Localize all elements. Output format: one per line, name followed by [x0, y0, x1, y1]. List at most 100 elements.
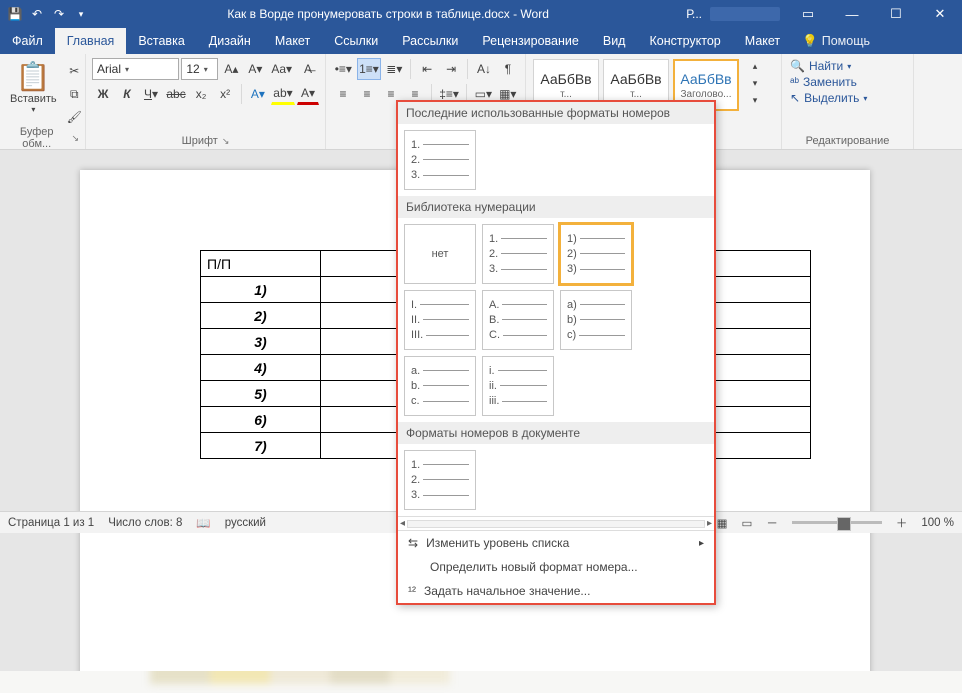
- word-count[interactable]: Число слов: 8: [108, 517, 182, 529]
- numbering-preset[interactable]: 1. 2. 3.: [404, 450, 476, 510]
- indent-button[interactable]: ⇥: [440, 58, 462, 80]
- font-group-label: Шрифт: [182, 135, 218, 147]
- tab-mailings[interactable]: Рассылки: [390, 28, 470, 54]
- numbering-preset-selected[interactable]: 1) 2) 3): [560, 224, 632, 284]
- show-marks-button[interactable]: ¶: [497, 58, 519, 80]
- font-size-combo[interactable]: 12▾: [181, 58, 218, 80]
- styles-up-button[interactable]: ▴: [744, 58, 766, 75]
- change-case-button[interactable]: Aa▾: [268, 58, 295, 80]
- style-name: т...: [630, 89, 642, 100]
- numbering-preset[interactable]: I. II. III.: [404, 290, 476, 350]
- align-left-button[interactable]: ≡: [332, 83, 354, 105]
- table-cell[interactable]: 7): [201, 433, 321, 459]
- multilevel-button[interactable]: ≣▾: [383, 58, 405, 80]
- replace-button[interactable]: ᵃᵇЗаменить: [788, 74, 907, 90]
- zoom-slider[interactable]: [792, 521, 882, 524]
- title-bar: 💾 ↶ ↷ ▾ Как в Ворде пронумеровать строки…: [0, 0, 962, 28]
- maximize-icon[interactable]: ☐: [874, 0, 918, 28]
- save-icon[interactable]: 💾: [6, 5, 24, 23]
- replace-label: Заменить: [803, 75, 857, 89]
- define-new-format[interactable]: Определить новый формат номера...: [398, 555, 714, 579]
- style-name: Заголово...: [681, 89, 732, 100]
- table-cell[interactable]: 6): [201, 407, 321, 433]
- numbering-preset[interactable]: i. ii. iii.: [482, 356, 554, 416]
- italic-button[interactable]: К: [116, 83, 138, 105]
- styles-down-button[interactable]: ▾: [744, 75, 766, 92]
- clear-format-button[interactable]: A̶: [297, 58, 319, 80]
- strike-button[interactable]: abc: [164, 83, 188, 105]
- account-short[interactable]: Р...: [686, 7, 702, 21]
- tab-file[interactable]: Файл: [0, 28, 55, 54]
- zoom-value[interactable]: 100 %: [921, 517, 954, 529]
- table-header-cell[interactable]: П/П: [201, 251, 321, 277]
- text-effects-button[interactable]: A▾: [247, 83, 269, 105]
- tab-insert[interactable]: Вставка: [126, 28, 196, 54]
- subscript-button[interactable]: x₂: [190, 83, 212, 105]
- table-cell[interactable]: 5): [201, 381, 321, 407]
- change-list-level[interactable]: ⇆Изменить уровень списка▸: [398, 531, 714, 555]
- table-cell[interactable]: 3): [201, 329, 321, 355]
- zoom-out-button[interactable]: －: [766, 515, 778, 531]
- align-center-button[interactable]: ≡: [356, 83, 378, 105]
- underline-button[interactable]: Ч▾: [140, 83, 162, 105]
- set-start-value[interactable]: ¹²Задать начальное значение...: [398, 579, 714, 603]
- select-button[interactable]: ↖Выделить▾: [788, 90, 907, 106]
- numbering-button[interactable]: 1≡▾: [357, 58, 382, 80]
- tab-view[interactable]: Вид: [591, 28, 638, 54]
- language-indicator[interactable]: русский: [225, 517, 266, 529]
- tab-home[interactable]: Главная: [55, 28, 127, 54]
- none-label: нет: [432, 248, 449, 260]
- bullets-button[interactable]: •≡▾: [332, 58, 355, 80]
- table-cell[interactable]: 1): [201, 277, 321, 303]
- dialog-launcher-icon[interactable]: ↘: [222, 136, 230, 147]
- find-button[interactable]: 🔍Найти▾: [788, 58, 907, 74]
- chevron-down-icon: ▾: [31, 105, 35, 114]
- select-label: Выделить: [804, 91, 859, 105]
- page-indicator[interactable]: Страница 1 из 1: [8, 517, 94, 529]
- table-cell[interactable]: 4): [201, 355, 321, 381]
- minimize-icon[interactable]: ―: [830, 0, 874, 28]
- grow-font-button[interactable]: A▴: [220, 58, 242, 80]
- numbering-preset[interactable]: A. B. C.: [482, 290, 554, 350]
- spellcheck-icon[interactable]: 📖: [196, 516, 210, 530]
- close-icon[interactable]: ✕: [918, 0, 962, 28]
- account-name-placeholder: [710, 7, 780, 21]
- tell-me[interactable]: 💡Помощь: [792, 28, 880, 54]
- qat-customize-icon[interactable]: ▾: [72, 5, 90, 23]
- style-preview: АаБбВв: [540, 71, 591, 87]
- styles-more-button[interactable]: ▾: [744, 92, 766, 109]
- font-color-button[interactable]: A▾: [297, 83, 319, 105]
- shrink-font-button[interactable]: A▾: [244, 58, 266, 80]
- undo-icon[interactable]: ↶: [28, 5, 46, 23]
- highlight-button[interactable]: ab▾: [271, 83, 295, 105]
- numbering-preset[interactable]: a) b) c): [560, 290, 632, 350]
- ribbon-options-icon[interactable]: ▭: [786, 0, 830, 28]
- numbering-preset[interactable]: a. b. c.: [404, 356, 476, 416]
- print-layout-icon[interactable]: ▦: [717, 516, 728, 530]
- cut-button[interactable]: ✂: [63, 60, 86, 82]
- table-cell[interactable]: 2): [201, 303, 321, 329]
- superscript-button[interactable]: x²: [214, 83, 236, 105]
- numbering-preset[interactable]: 1. 2. 3.: [404, 130, 476, 190]
- tab-references[interactable]: Ссылки: [322, 28, 390, 54]
- clipboard-group-label: Буфер обм...: [6, 126, 67, 150]
- copy-button[interactable]: ⧉: [63, 83, 86, 105]
- sort-button[interactable]: A↓: [473, 58, 495, 80]
- tab-table-layout[interactable]: Макет: [733, 28, 792, 54]
- font-name-combo[interactable]: Arial▾: [92, 58, 179, 80]
- outdent-button[interactable]: ⇤: [416, 58, 438, 80]
- popup-scrollbar[interactable]: ◂▸: [398, 516, 714, 530]
- tab-layout[interactable]: Макет: [263, 28, 322, 54]
- tab-review[interactable]: Рецензирование: [470, 28, 591, 54]
- numbering-preset[interactable]: 1. 2. 3.: [482, 224, 554, 284]
- paste-button[interactable]: 📋 Вставить ▾: [6, 58, 61, 116]
- tab-table-design[interactable]: Конструктор: [637, 28, 732, 54]
- dialog-launcher-icon[interactable]: ↘: [71, 133, 79, 144]
- bold-button[interactable]: Ж: [92, 83, 114, 105]
- tab-design[interactable]: Дизайн: [197, 28, 263, 54]
- tell-me-label: Помощь: [822, 34, 870, 48]
- redo-icon[interactable]: ↷: [50, 5, 68, 23]
- numbering-none[interactable]: нет: [404, 224, 476, 284]
- zoom-in-button[interactable]: ＋: [896, 515, 908, 531]
- web-layout-icon[interactable]: ▭: [742, 516, 753, 530]
